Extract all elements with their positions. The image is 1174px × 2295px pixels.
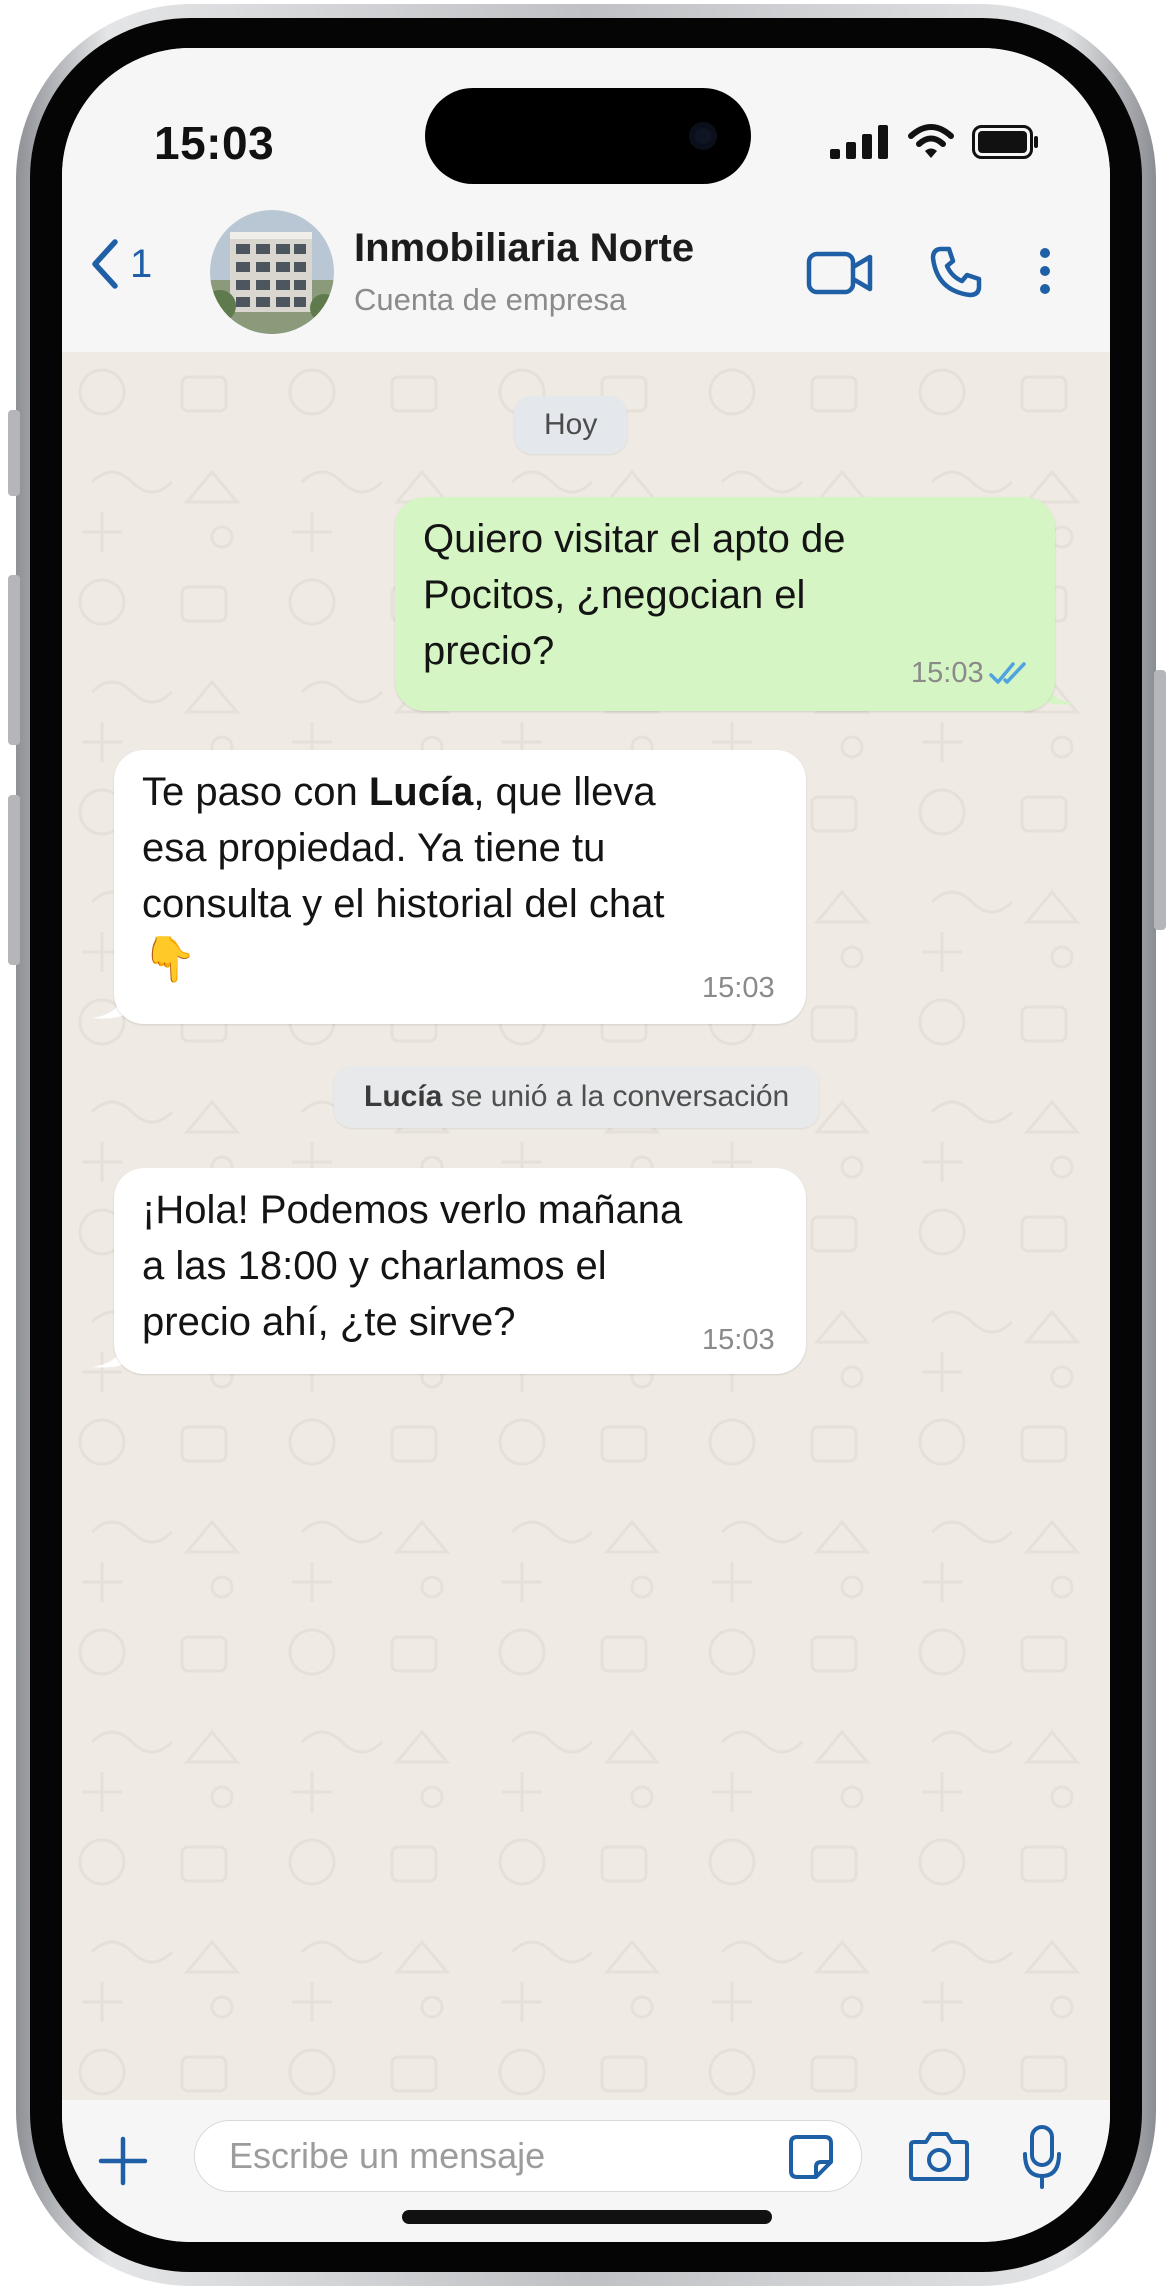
message-input[interactable]	[194, 2120, 862, 2192]
read-double-check-icon	[989, 662, 1026, 684]
power-button	[1154, 670, 1166, 930]
unread-count: 1	[130, 241, 153, 286]
day-separator: Hoy	[514, 396, 628, 454]
battery-icon	[972, 125, 1038, 159]
back-button[interactable]: 1	[90, 238, 152, 290]
sticker-icon[interactable]	[788, 2134, 834, 2180]
microphone-icon[interactable]	[1022, 2124, 1062, 2190]
message-time: 15:03	[702, 972, 775, 1004]
video-call-icon[interactable]	[806, 250, 874, 296]
volume-up-button	[8, 575, 20, 745]
plus-icon[interactable]	[98, 2136, 148, 2186]
action-button	[8, 410, 20, 496]
front-camera	[689, 122, 717, 150]
message-time: 15:03	[911, 657, 984, 689]
status-icons	[830, 124, 1040, 160]
chat-header: 1 Inmobiliaria Norte Cuenta de empresa	[62, 198, 1110, 352]
contact-subtitle: Cuenta de empresa	[354, 282, 627, 317]
chat-area: Hoy Quiero visitar el apto de Pocitos, ¿…	[62, 352, 1110, 2100]
system-notice: Lucía se unió a la conversación	[334, 1066, 820, 1128]
message-time: 15:03	[702, 1324, 775, 1356]
incoming-message[interactable]: ¡Hola! Podemos verlo mañana a las 18:00 …	[114, 1168, 806, 1374]
message-text: ¡Hola! Podemos verlo mañana a las 18:00 …	[142, 1188, 683, 1344]
message-text: Quiero visitar el apto de Pocitos, ¿nego…	[423, 517, 846, 673]
message-text: Te paso con Lucía, que lleva esa propied…	[142, 764, 665, 988]
contact-avatar[interactable]	[210, 210, 334, 334]
dynamic-island	[425, 88, 751, 184]
pointing-down-emoji: 👇	[142, 935, 197, 984]
camera-icon[interactable]	[908, 2130, 970, 2182]
phone-screen: 15:03 1 Inmobiliaria Norte Cuenta de emp…	[62, 48, 1110, 2242]
status-time: 15:03	[154, 117, 275, 169]
phone-icon[interactable]	[928, 244, 984, 300]
outgoing-message[interactable]: Quiero visitar el apto de Pocitos, ¿nego…	[395, 497, 1055, 711]
contact-name[interactable]: Inmobiliaria Norte	[354, 226, 694, 271]
back-chevron-icon	[92, 239, 118, 289]
wifi-icon	[908, 124, 954, 158]
volume-down-button	[8, 795, 20, 965]
home-indicator	[402, 2210, 772, 2224]
more-options-icon[interactable]	[1038, 246, 1052, 296]
incoming-message[interactable]: Te paso con Lucía, que lleva esa propied…	[114, 750, 806, 1024]
status-bar: 15:03	[62, 48, 1110, 198]
signal-icon	[830, 125, 888, 159]
